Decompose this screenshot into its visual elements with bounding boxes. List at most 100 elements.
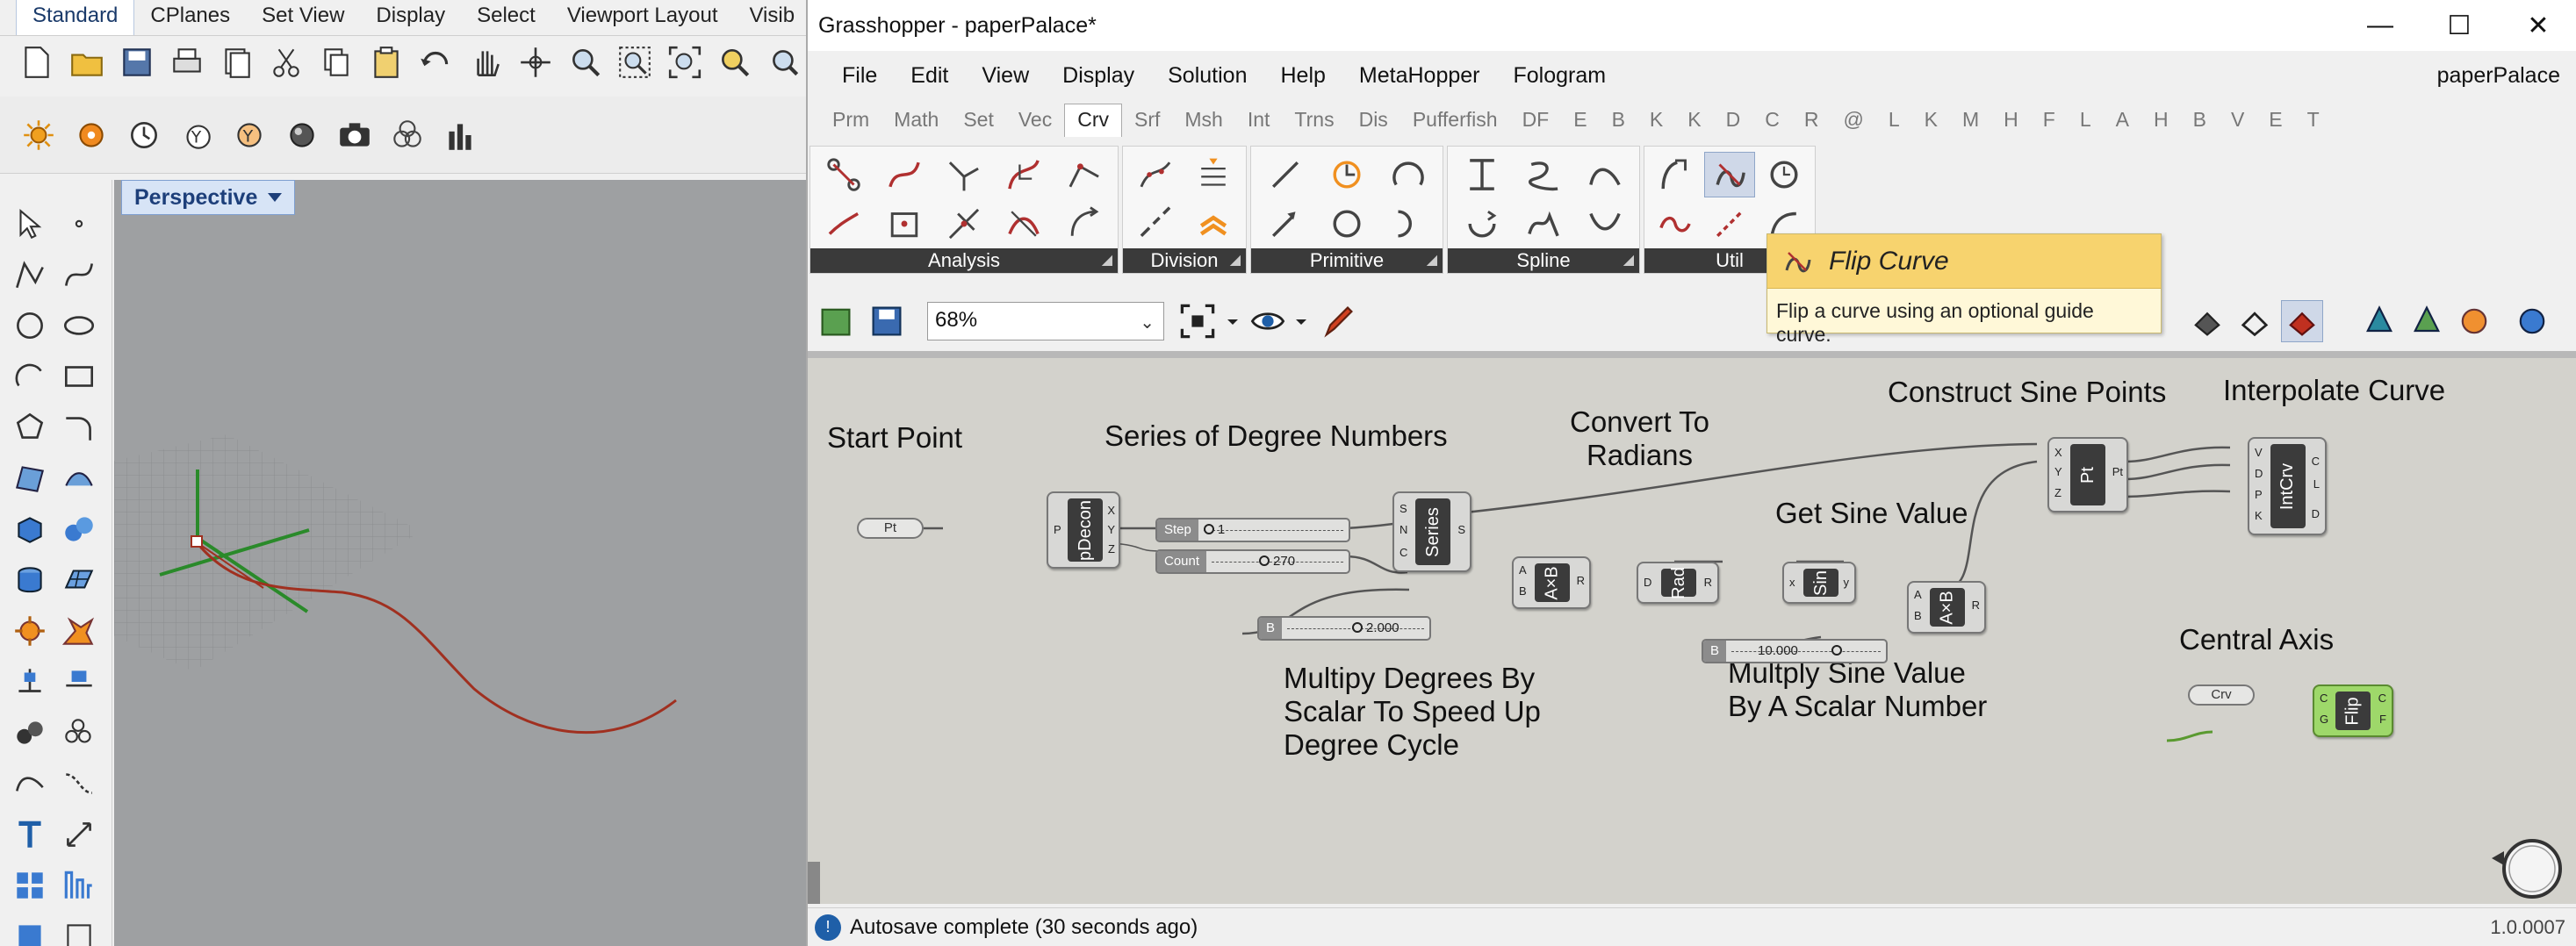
loft-icon[interactable] — [56, 455, 102, 501]
arc-3pt-icon[interactable] — [1379, 201, 1437, 247]
cat-tab-h1[interactable]: H — [1991, 108, 2031, 137]
count-slider[interactable]: Count 270 — [1155, 549, 1350, 574]
cat-tab-m[interactable]: M — [1950, 108, 1991, 137]
rotate-view-icon[interactable] — [514, 39, 558, 85]
analyze-icon[interactable] — [56, 863, 102, 908]
panel-expand-icon[interactable]: ◢ — [1623, 248, 1634, 273]
rectangle-icon[interactable] — [56, 354, 102, 399]
zoom-window-icon[interactable] — [614, 39, 657, 85]
menu-fologram[interactable]: Fologram — [1496, 63, 1623, 89]
cat-tab-f[interactable]: F — [2031, 108, 2068, 137]
step-slider[interactable]: Step 1 — [1155, 518, 1350, 542]
dots-icon[interactable] — [56, 710, 102, 756]
menu-view[interactable]: View — [965, 63, 1046, 89]
flip-curve-icon[interactable] — [1704, 152, 1755, 197]
circle-icon[interactable] — [1318, 201, 1376, 247]
pan-hand-icon[interactable] — [464, 39, 507, 85]
multiply-sine-component[interactable]: A B A×B R — [1907, 581, 1986, 634]
flip-curve-component[interactable]: C G Flip C F — [2313, 684, 2393, 737]
evaluate-curve-icon[interactable] — [936, 152, 992, 197]
sun-icon[interactable] — [16, 112, 61, 158]
curve-tools-icon[interactable] — [7, 761, 53, 806]
sub-curve-icon[interactable] — [1576, 201, 1634, 247]
contour-stack-icon[interactable] — [1186, 201, 1241, 247]
construct-point-component[interactable]: X Y Z Pt Pt — [2047, 437, 2128, 512]
perp-frame-icon[interactable] — [936, 201, 992, 247]
cat-tab-int[interactable]: Int — [1235, 108, 1283, 137]
minimize-button[interactable]: — — [2341, 0, 2420, 51]
open-folder-icon[interactable] — [66, 39, 109, 85]
preview-shaded-icon[interactable] — [2186, 300, 2228, 342]
panel-expand-icon[interactable]: ◢ — [1102, 248, 1112, 273]
page-setup-icon[interactable] — [215, 39, 258, 85]
arc-icon[interactable] — [7, 354, 53, 399]
explode-curve-icon[interactable] — [1704, 201, 1755, 247]
polyline-icon[interactable] — [7, 252, 53, 297]
cat-tab-trns[interactable]: Trns — [1282, 108, 1346, 137]
material-icon[interactable] — [279, 112, 325, 158]
mesh-icon[interactable] — [56, 557, 102, 603]
degree-scalar-slider[interactable]: B 2.000 — [1257, 616, 1431, 641]
line-icon[interactable] — [1256, 152, 1314, 197]
cat-tab-k1[interactable]: K — [1637, 108, 1675, 137]
interpolate-icon[interactable] — [1453, 152, 1511, 197]
fillet-icon[interactable] — [56, 405, 102, 450]
kinky-curve-icon[interactable] — [1515, 201, 1572, 247]
zoom-selected-icon[interactable] — [714, 39, 757, 85]
tangent-icon[interactable] — [996, 201, 1052, 247]
end-points-icon[interactable] — [816, 152, 872, 197]
cat-tab-a[interactable]: A — [2104, 108, 2141, 137]
pt-parameter[interactable]: Pt — [857, 518, 924, 539]
new-file-icon[interactable] — [16, 39, 59, 85]
zoom-extents-icon[interactable] — [664, 39, 707, 85]
radians-component[interactable]: D Rad R — [1637, 562, 1719, 604]
solid-tools-icon[interactable] — [7, 608, 53, 654]
zoom-icon[interactable] — [564, 39, 607, 85]
curve-frame-icon[interactable] — [996, 152, 1052, 197]
document-name[interactable]: paperPalace — [2437, 63, 2560, 89]
select-arrow-icon[interactable] — [7, 201, 53, 247]
nurbs-curve-icon[interactable] — [1515, 152, 1572, 197]
cat-tab-crv[interactable]: Crv — [1064, 104, 1122, 137]
cut-icon[interactable] — [265, 39, 308, 85]
menu-display[interactable]: Display — [1046, 63, 1151, 89]
preview-menu-chevron-icon[interactable] — [1292, 300, 1310, 342]
surface-icon[interactable] — [7, 455, 53, 501]
sine-scalar-slider[interactable]: B 10.000 — [1702, 639, 1888, 663]
cat-tab-pufferfish[interactable]: Pufferfish — [1400, 108, 1510, 137]
cat-tab-c[interactable]: C — [1752, 108, 1792, 137]
grasshopper-canvas[interactable]: Start Point Series of Degree Numbers Con… — [808, 351, 2576, 904]
preview-wireframe-icon[interactable] — [2234, 300, 2276, 342]
menu-metahopper[interactable]: MetaHopper — [1342, 63, 1497, 89]
tween-curve-icon[interactable] — [1453, 201, 1511, 247]
gh-titlebar[interactable]: Grasshopper - paperPalace* — ☐ ✕ — [808, 0, 2576, 51]
box-icon[interactable] — [7, 506, 53, 552]
zoom-extents-icon[interactable] — [1176, 300, 1219, 342]
cat-tab-t[interactable]: T — [2295, 108, 2332, 137]
material-orange-icon[interactable] — [2453, 300, 2495, 342]
curvature-icon[interactable] — [1056, 152, 1112, 197]
cat-tab-e2[interactable]: E — [2256, 108, 2294, 137]
copy-icon[interactable] — [315, 39, 358, 85]
text-icon[interactable] — [7, 812, 53, 857]
zoom-level-select[interactable]: 68% ⌄ — [927, 302, 1164, 340]
menu-edit[interactable]: Edit — [894, 63, 965, 89]
cat-tab-vec[interactable]: Vec — [1006, 108, 1064, 137]
cat-tab-e[interactable]: E — [1561, 108, 1599, 137]
sphere-group-icon[interactable] — [56, 506, 102, 552]
cat-tab-b[interactable]: B — [1600, 108, 1637, 137]
undo-view-icon[interactable] — [763, 39, 806, 85]
cylinder-icon[interactable] — [7, 557, 53, 603]
interpolate-curve-component[interactable]: V D P K IntCrv C L D — [2248, 437, 2327, 535]
cat-tab-h2[interactable]: H — [2141, 108, 2181, 137]
line-sdl-icon[interactable] — [1256, 201, 1314, 247]
cat-tab-prm[interactable]: Prm — [820, 108, 881, 137]
cat-tab-l1[interactable]: L — [1876, 108, 1912, 137]
render-icon[interactable] — [7, 710, 53, 756]
preview-eye-icon[interactable] — [1247, 300, 1289, 342]
clock-icon[interactable] — [121, 112, 167, 158]
open-file-icon[interactable] — [815, 300, 857, 342]
multiply-degrees-component[interactable]: A B A×B R — [1512, 556, 1591, 609]
panel-expand-icon[interactable]: ◢ — [1427, 248, 1437, 273]
cat-tab-srf[interactable]: Srf — [1122, 108, 1172, 137]
